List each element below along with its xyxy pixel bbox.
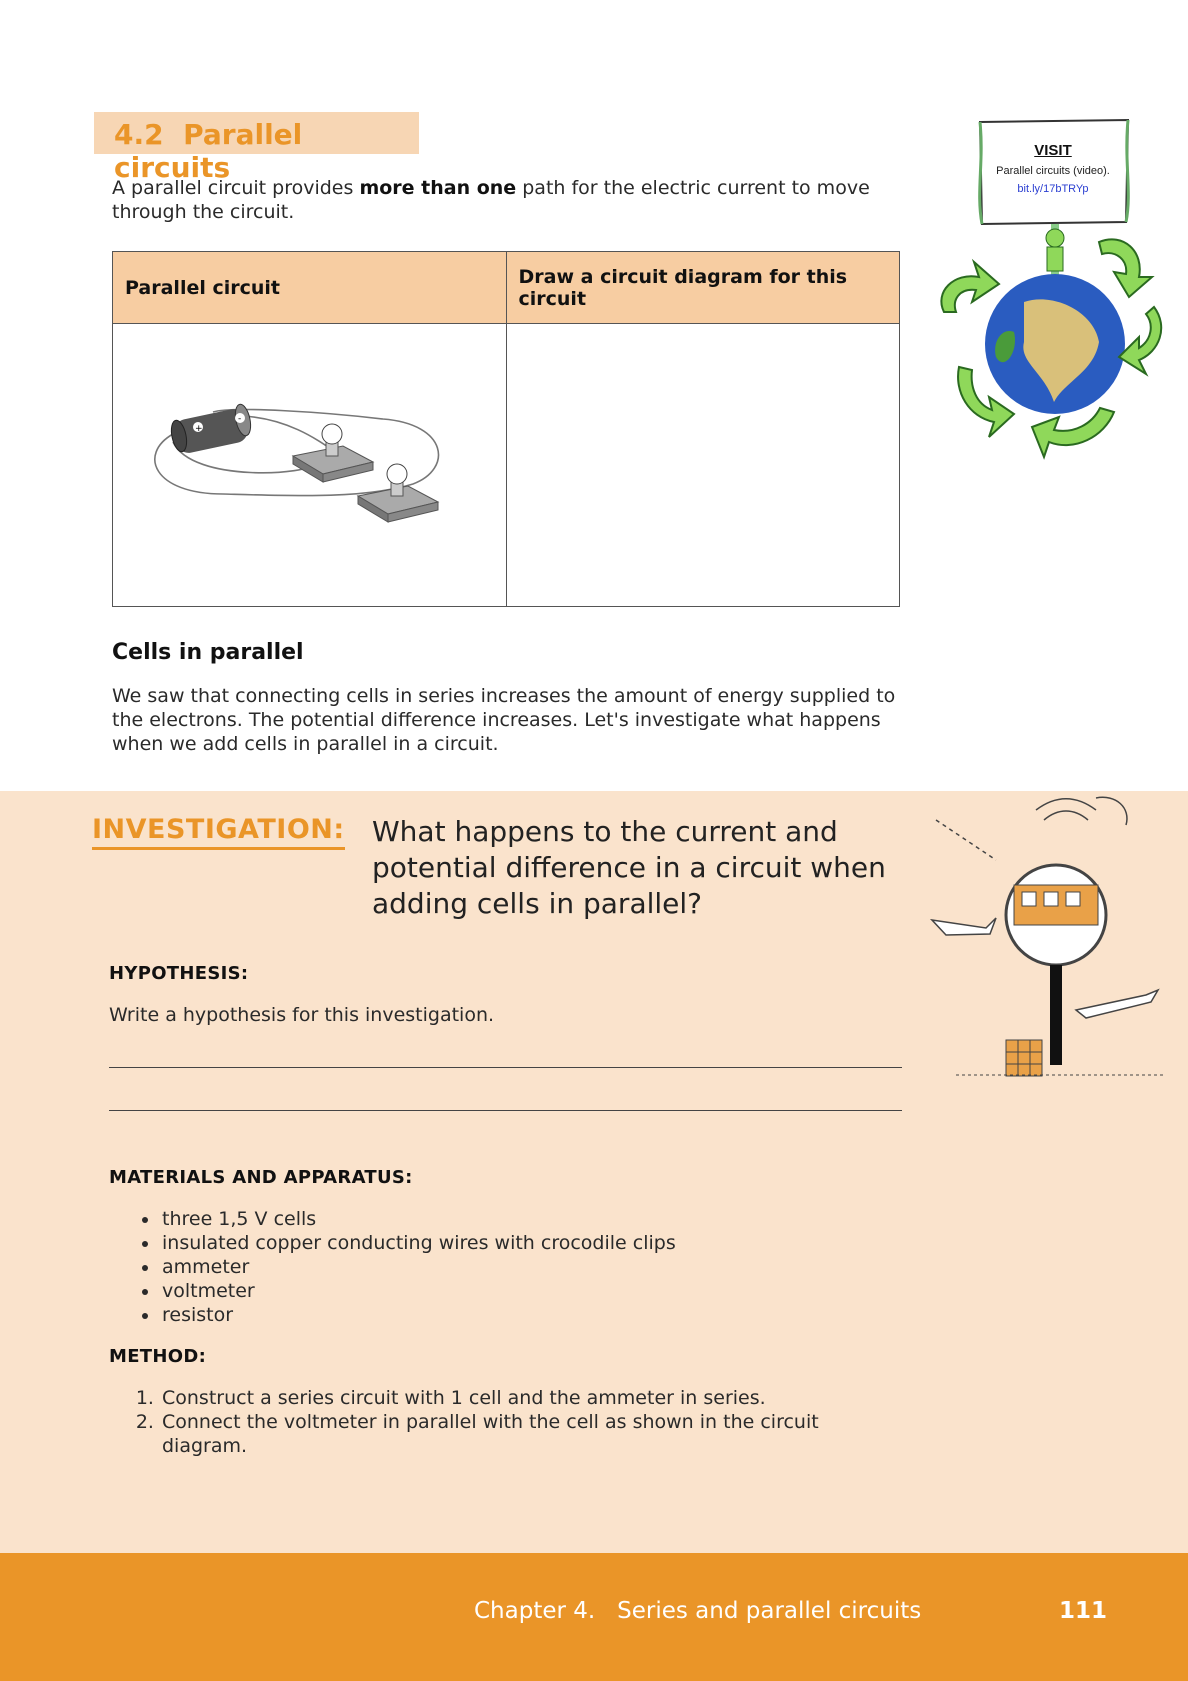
visit-link[interactable]: bit.ly/17bTRYp xyxy=(980,183,1126,195)
circuit-diagram-drawing-area[interactable] xyxy=(505,323,900,607)
list-item: Construct a series circuit with 1 cell a… xyxy=(160,1386,898,1410)
list-item: Connect the voltmeter in parallel with t… xyxy=(160,1410,898,1458)
visit-sign: VISIT Parallel circuits (video). bit.ly/… xyxy=(924,112,1174,484)
circuit-table: Parallel circuit Draw a circuit diagram … xyxy=(112,251,900,607)
hypothesis-heading: HYPOTHESIS: xyxy=(109,963,249,984)
visit-label: VISIT xyxy=(1034,142,1072,159)
table-header-draw-diagram: Draw a circuit diagram for this circuit xyxy=(505,251,900,324)
list-item: three 1,5 V cells xyxy=(160,1207,898,1231)
hypothesis-prompt: Write a hypothesis for this investigatio… xyxy=(109,1004,495,1026)
chapter-title: Chapter 4. Series and parallel circuits xyxy=(474,1598,922,1624)
visit-text: Parallel circuits (video). xyxy=(996,165,1110,177)
intro-text-start: A parallel circuit provides xyxy=(112,177,360,199)
investigation-label: INVESTIGATION: xyxy=(92,814,345,850)
svg-text:+: + xyxy=(195,424,203,434)
list-item: insulated copper conducting wires with c… xyxy=(160,1231,898,1255)
page-number: 111 xyxy=(1059,1598,1108,1624)
cells-in-parallel-heading: Cells in parallel xyxy=(112,640,304,665)
parallel-circuit-illustration: + - xyxy=(154,403,440,523)
list-item: voltmeter xyxy=(160,1279,898,1303)
svg-text:-: - xyxy=(238,414,241,424)
magnifier-scene-illustration xyxy=(929,796,1166,1077)
investigation-question: What happens to the current and potentia… xyxy=(372,815,886,920)
materials-heading: MATERIALS AND APPARATUS: xyxy=(109,1167,413,1188)
investigation-illustration xyxy=(926,790,1188,1090)
intro-paragraph: A parallel circuit provides more than on… xyxy=(112,176,902,224)
list-item: resistor xyxy=(160,1303,898,1327)
method-list: Construct a series circuit with 1 cell a… xyxy=(138,1386,898,1458)
list-item: ammeter xyxy=(160,1255,898,1279)
section-number: 4.2 xyxy=(114,118,164,151)
battery-icon: + - xyxy=(170,403,252,453)
table-header-parallel-circuit: Parallel circuit xyxy=(112,251,507,324)
cells-in-parallel-paragraph: We saw that connecting cells in series i… xyxy=(112,685,896,755)
parallel-circuit-image-cell: + - xyxy=(112,323,507,607)
materials-list: three 1,5 V cells insulated copper condu… xyxy=(138,1207,898,1327)
hypothesis-answer-line-2[interactable] xyxy=(109,1110,902,1111)
section-heading: 4.2 Parallel circuits xyxy=(94,112,419,184)
method-heading: METHOD: xyxy=(109,1346,207,1367)
intro-text-bold: more than one xyxy=(359,177,517,199)
hypothesis-answer-line-1[interactable] xyxy=(109,1067,902,1068)
